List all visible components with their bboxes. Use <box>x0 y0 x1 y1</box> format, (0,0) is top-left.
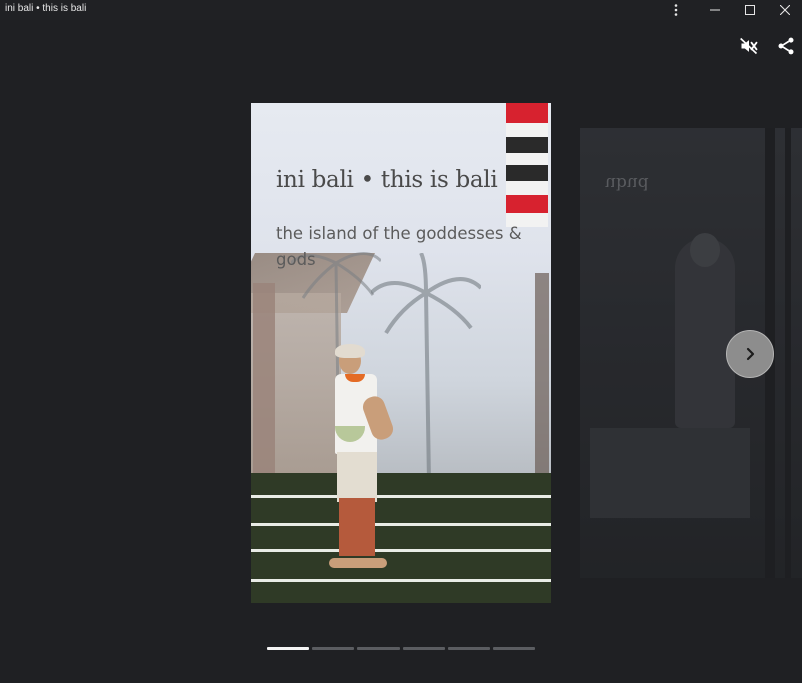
next-story-frame-secondary <box>785 128 791 578</box>
story-subtitle: the island of the goddesses & gods <box>276 224 522 269</box>
maximize-icon <box>745 5 755 15</box>
bamboo-pole <box>535 273 549 473</box>
next-story-caption: ubud <box>605 173 649 193</box>
mute-button[interactable] <box>738 35 760 57</box>
more-vert-icon <box>674 4 678 16</box>
more-options-button[interactable] <box>660 0 692 20</box>
share-button[interactable] <box>775 35 797 57</box>
close-icon <box>780 5 790 15</box>
story-title: ini bali • this is bali <box>276 167 498 193</box>
share-icon <box>778 37 794 55</box>
story-card[interactable]: ini bali • this is bali the island of th… <box>251 103 551 603</box>
progress-segment <box>357 647 400 650</box>
story-progress <box>267 647 536 651</box>
progress-segment <box>312 647 355 650</box>
next-story-board <box>590 428 750 518</box>
progress-segment <box>267 647 310 650</box>
volume-off-icon <box>740 37 758 55</box>
progress-segment <box>447 647 490 650</box>
progress-segment <box>492 647 536 650</box>
title-bar: ini bali • this is bali <box>0 0 802 20</box>
window-title: ini bali • this is bali <box>5 3 87 14</box>
chevron-right-icon <box>746 347 755 361</box>
temple-gate <box>253 283 275 473</box>
minimize-button[interactable] <box>699 0 731 20</box>
minimize-icon <box>710 9 720 11</box>
maximize-button[interactable] <box>734 0 766 20</box>
progress-segment <box>402 647 445 650</box>
person-with-offering <box>325 344 415 588</box>
close-button[interactable] <box>769 0 801 20</box>
next-story-figure-head <box>690 233 720 267</box>
next-story-button[interactable] <box>726 330 774 378</box>
